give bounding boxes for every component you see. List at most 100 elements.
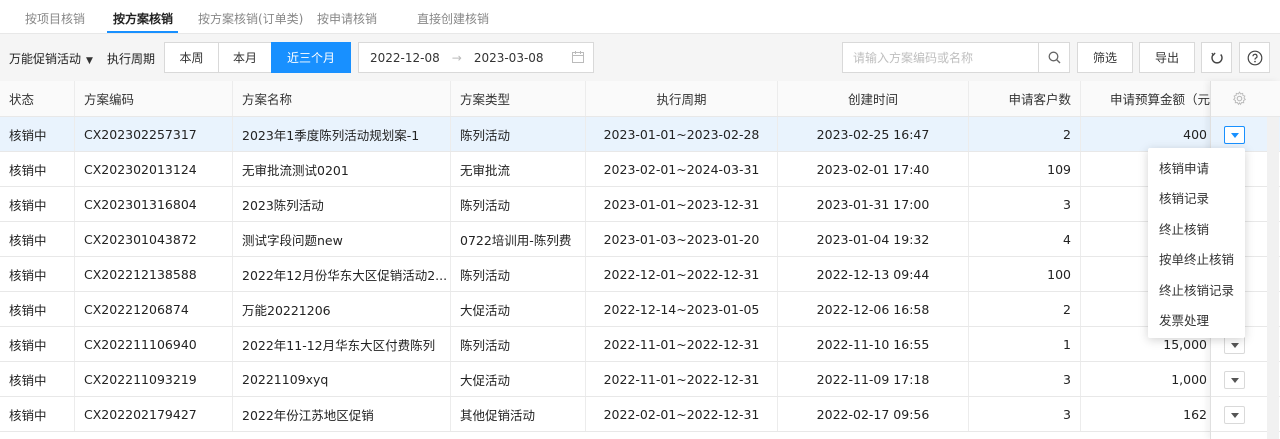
column-header-created: 创建时间: [778, 81, 969, 116]
caret-down-icon: ▼: [86, 56, 93, 66]
menu-item-terminate-records[interactable]: 终止核销记录: [1148, 274, 1245, 305]
cell-plan-type: 0722培训用-陈列费: [451, 222, 586, 256]
tab-direct-create[interactable]: 直接创建核销: [417, 10, 489, 27]
row-action-dropdown-button[interactable]: [1224, 371, 1245, 389]
cell-period: 2023-02-01~2024-03-31: [586, 152, 778, 186]
row-action-menu: 核销申请 核销记录 终止核销 按单终止核销 终止核销记录 发票处理: [1148, 148, 1245, 338]
column-header-period: 执行周期: [586, 81, 778, 116]
row-action-dropdown-button[interactable]: [1224, 406, 1245, 424]
table-row[interactable]: 核销中 CX20221206874 万能20221206 大促活动 2022-12-14…: [0, 292, 1210, 327]
date-range-picker[interactable]: 2022-12-08 → 2023-03-08: [358, 42, 594, 73]
refresh-button[interactable]: [1201, 42, 1232, 73]
cell-plan-code: CX202211093219: [75, 362, 233, 396]
cell-created: 2023-01-04 19:32: [778, 222, 969, 256]
cell-plan-code: CX202302257317: [75, 117, 233, 151]
table-row[interactable]: 核销中 CX202202179427 2022年份江苏地区促销 其他促销活动 2022-…: [0, 397, 1210, 432]
cell-status: 核销中: [0, 187, 75, 221]
date-end: 2023-03-08: [473, 50, 544, 65]
caret-down-icon: [1230, 342, 1239, 348]
cell-plan-code: CX202301043872: [75, 222, 233, 256]
cell-plan-name: 20221109xyq: [233, 362, 451, 396]
help-icon: [1247, 50, 1262, 65]
cell-plan-name: 2023陈列活动: [233, 187, 451, 221]
tab-by-plan[interactable]: 按方案核销: [113, 10, 173, 27]
vertical-scrollbar[interactable]: [1267, 117, 1279, 439]
menu-item-terminate[interactable]: 终止核销: [1148, 213, 1245, 244]
cell-created: 2023-02-01 17:40: [778, 152, 969, 186]
cell-plan-name: 2023年1季度陈列活动规划案-1: [233, 117, 451, 151]
caret-down-icon: [1230, 377, 1239, 383]
menu-item-records[interactable]: 核销记录: [1148, 183, 1245, 214]
table-row[interactable]: 核销中 CX202301043872 测试字段问题new 0722培训用-陈列费 202…: [0, 222, 1210, 257]
cell-plan-code: CX20221206874: [75, 292, 233, 326]
cell-budget: 400: [1183, 126, 1207, 142]
search-icon: [1048, 51, 1060, 64]
cell-status: 核销中: [0, 292, 75, 326]
cell-plan-code: CX202301316804: [75, 187, 233, 221]
period-this-month-button[interactable]: 本月: [218, 42, 272, 73]
help-button[interactable]: [1239, 42, 1270, 73]
cell-customer-count: 2: [969, 292, 1081, 326]
cell-customer-count: 100: [969, 257, 1081, 291]
period-three-months-button[interactable]: 近三个月: [271, 42, 351, 73]
menu-item-terminate-by-order[interactable]: 按单终止核销: [1148, 244, 1245, 275]
promo-type-value: 万能促销活动: [9, 52, 82, 66]
table-row[interactable]: 核销中 CX202302257317 2023年1季度陈列活动规划案-1 陈列活动 20…: [0, 117, 1210, 152]
cell-customer-count: 3: [969, 362, 1081, 396]
table-header: 状态 方案编码 方案名称 方案类型 执行周期 创建时间 申请客户数 申请预算金额…: [0, 81, 1280, 117]
column-header-plan-code: 方案编码: [75, 81, 233, 116]
cell-plan-type: 陈列活动: [451, 257, 586, 291]
cell-customer-count: 2: [969, 117, 1081, 151]
menu-item-apply[interactable]: 核销申请: [1148, 152, 1245, 183]
row-action-dropdown-button[interactable]: [1224, 126, 1245, 144]
period-this-week-button[interactable]: 本周: [164, 42, 219, 73]
cell-period: 2022-02-01~2022-12-31: [586, 397, 778, 431]
cell-status: 核销中: [0, 327, 75, 361]
cell-created: 2022-02-17 09:56: [778, 397, 969, 431]
cell-period: 2023-01-01~2023-12-31: [586, 187, 778, 221]
promo-type-select[interactable]: 万能促销活动 ▼: [9, 50, 93, 67]
column-header-budget: 申请预算金额（元: [1109, 92, 1210, 107]
cell-plan-type: 大促活动: [451, 292, 586, 326]
column-header-plan-name: 方案名称: [233, 81, 451, 116]
cell-period: 2023-01-03~2023-01-20: [586, 222, 778, 256]
table-row[interactable]: 核销中 CX202212138588 2022年12月份华东大区促销活动2... 陈列…: [0, 257, 1210, 292]
gear-icon[interactable]: [1232, 91, 1247, 106]
cell-status: 核销中: [0, 152, 75, 186]
tab-by-application[interactable]: 按申请核销: [317, 10, 377, 27]
table-row[interactable]: 核销中 CX202211093219 20221109xyq 大促活动 2022-11-…: [0, 362, 1210, 397]
period-label: 执行周期: [107, 52, 156, 66]
cell-plan-type: 陈列活动: [451, 327, 586, 361]
table-row[interactable]: 核销中 CX202211106940 2022年11-12月华东大区付费陈列 陈列活动…: [0, 327, 1210, 362]
export-button[interactable]: 导出: [1139, 42, 1195, 73]
cell-customer-count: 3: [969, 397, 1081, 431]
cell-plan-type: 陈列活动: [451, 117, 586, 151]
search-button[interactable]: [1038, 43, 1069, 72]
date-start: 2022-12-08: [370, 50, 440, 65]
arrow-right-icon: →: [451, 50, 462, 65]
table-row[interactable]: 核销中 CX202302013124 无审批流测试0201 无审批流 2023-02-0…: [0, 152, 1210, 187]
cell-plan-code: CX202212138588: [75, 257, 233, 291]
cell-status: 核销中: [0, 117, 75, 151]
cell-customer-count: 3: [969, 187, 1081, 221]
cell-budget: 1,000: [1171, 371, 1207, 387]
active-tab-indicator: [107, 31, 178, 33]
cell-status: 核销中: [0, 397, 75, 431]
cell-customer-count: 4: [969, 222, 1081, 256]
cell-created: 2022-11-09 17:18: [778, 362, 969, 396]
cell-customer-count: 1: [969, 327, 1081, 361]
cell-status: 核销中: [0, 222, 75, 256]
cell-period: 2022-11-01~2022-12-31: [586, 362, 778, 396]
cell-plan-name: 2022年份江苏地区促销: [233, 397, 451, 431]
tab-by-project[interactable]: 按项目核销: [25, 10, 85, 27]
row-action-dropdown-button[interactable]: [1224, 336, 1245, 354]
cell-created: 2022-11-10 16:55: [778, 327, 969, 361]
search-box: [842, 42, 1070, 73]
cell-plan-type: 无审批流: [451, 152, 586, 186]
table-row[interactable]: 核销中 CX202301316804 2023陈列活动 陈列活动 2023-01-01~…: [0, 187, 1210, 222]
search-input[interactable]: [843, 43, 1039, 72]
filter-button[interactable]: 筛选: [1077, 42, 1133, 73]
tab-by-plan-order[interactable]: 按方案核销(订单类): [198, 10, 303, 27]
cell-plan-code: CX202302013124: [75, 152, 233, 186]
menu-item-invoice[interactable]: 发票处理: [1148, 305, 1245, 336]
